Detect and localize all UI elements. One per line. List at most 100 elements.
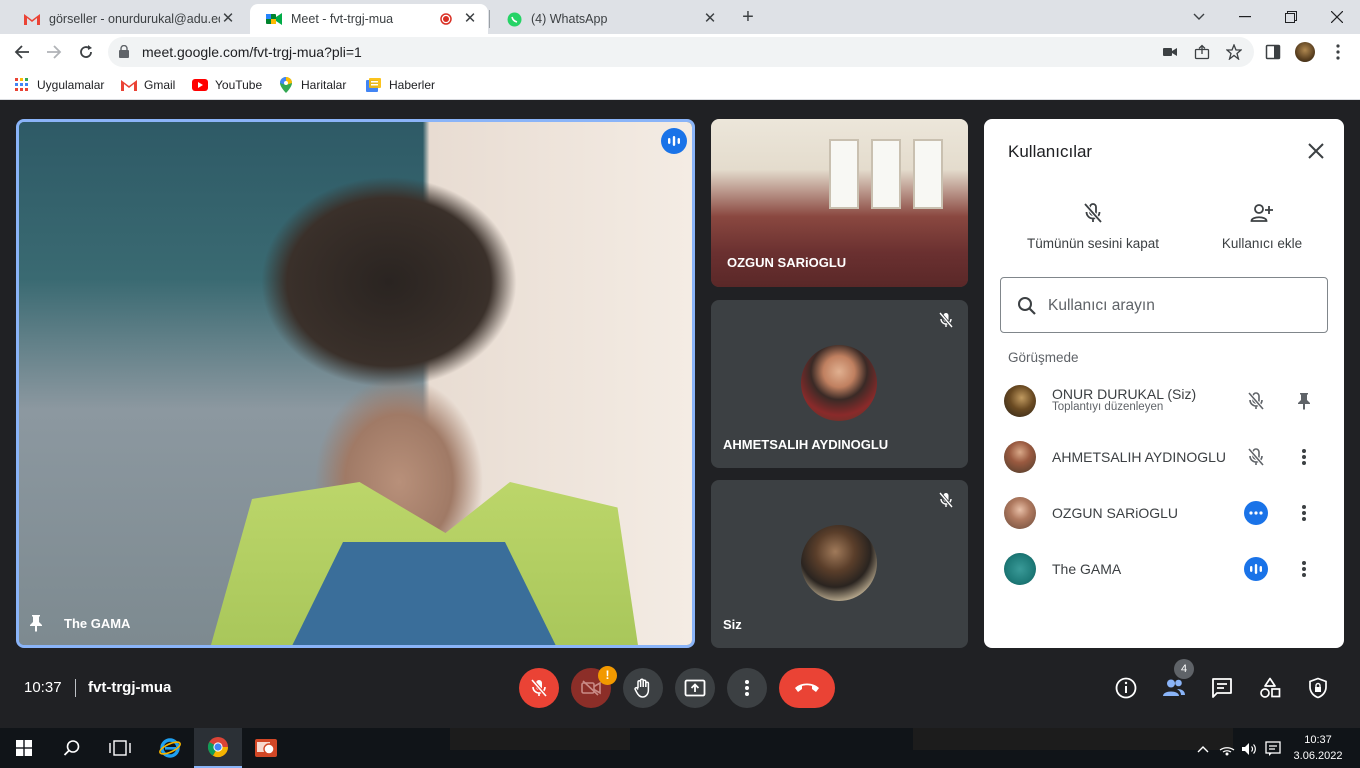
more-options-button[interactable] [727,668,767,708]
mic-off-icon[interactable] [1244,445,1268,469]
mic-off-icon [1008,199,1178,227]
tab-meet[interactable]: Meet - fvt-trgj-mua ✕ [250,4,488,34]
person-name: ONUR DURUKAL (Siz) [1052,386,1197,402]
reload-button[interactable] [72,38,100,66]
windows-icon [16,740,32,756]
people-button[interactable] [1162,676,1186,700]
volume-icon[interactable] [1240,740,1258,758]
task-view-button[interactable] [96,728,144,768]
camera-permission-icon[interactable] [1162,44,1178,60]
side-panel-icon[interactable] [1263,42,1283,62]
avatar [801,345,877,421]
presentation-app-icon [255,739,277,757]
speaking-indicator-icon [1244,557,1268,581]
profile-avatar[interactable] [1295,42,1315,62]
minimize-button[interactable] [1222,0,1268,34]
chat-button[interactable] [1210,676,1234,700]
section-heading: Görüşmede [1008,350,1079,365]
participant-tile[interactable]: Siz [711,480,968,648]
list-item[interactable]: ONUR DURUKAL (Siz) Toplantıyı düzenleyen [984,373,1344,429]
url-text: meet.google.com/fvt-trgj-mua?pli=1 [142,44,362,60]
more-options-icon[interactable] [1292,557,1316,581]
search-icon [63,740,80,756]
participant-name: Siz [723,617,742,632]
participant-tile[interactable]: AHMETSALIH AYDINOGLU [711,300,968,468]
browser-menu-icon[interactable] [1328,42,1348,62]
gmail-icon [24,11,40,27]
raise-hand-button[interactable] [623,668,663,708]
participant-tile[interactable]: OZGUN SARiOGLU [711,119,968,287]
hand-icon [634,678,650,698]
bookmark-maps[interactable]: Haritalar [278,76,346,94]
bookmark-youtube[interactable]: YouTube [192,76,262,94]
meeting-details-button[interactable] [1114,676,1138,700]
add-user-button[interactable]: Kullanıcı ekle [1177,199,1347,251]
present-icon [684,679,706,697]
pin-icon[interactable] [29,614,47,632]
mic-off-icon [938,312,956,330]
browser-toolbar: meet.google.com/fvt-trgj-mua?pli=1 [0,34,1360,70]
news-icon [366,77,382,93]
user-search-input[interactable]: Kullanıcı arayın [1000,277,1328,333]
tab-search-icon[interactable] [1176,0,1222,34]
chat-icon [1212,678,1232,698]
mic-off-icon [938,492,956,510]
youtube-icon [192,77,208,93]
list-item[interactable]: The GAMA [984,541,1344,597]
tab-title: görseller - onurdurukal@adu.edu [49,12,220,26]
taskbar-presentation-app[interactable] [242,728,290,768]
activities-icon [1260,677,1281,698]
host-controls-button[interactable] [1306,676,1330,700]
taskbar-search-button[interactable] [48,728,96,768]
whatsapp-icon [506,11,522,27]
close-tab-icon[interactable]: ✕ [702,11,718,27]
meet-icon [266,11,282,27]
start-button[interactable] [0,728,48,768]
lock-icon[interactable] [119,44,129,63]
apps-grid-icon [14,77,30,93]
restore-button[interactable] [1268,0,1314,34]
notification-icon[interactable] [1264,740,1282,758]
back-button[interactable] [8,38,36,66]
avatar [1004,385,1036,417]
share-icon[interactable] [1194,44,1210,60]
bookmark-news[interactable]: Haberler [366,76,435,94]
address-bar[interactable]: meet.google.com/fvt-trgj-mua?pli=1 [108,37,1254,67]
more-options-icon[interactable] [1292,445,1316,469]
more-options-icon[interactable] [1292,501,1316,525]
tab-gmail[interactable]: görseller - onurdurukal@adu.edu ✕ [8,4,246,34]
pin-icon[interactable] [1292,389,1316,413]
taskbar-clock[interactable]: 10:37 3.06.2022 [1292,732,1344,764]
bookmark-apps[interactable]: Uygulamalar [14,76,104,94]
meeting-time: 10:37 [24,679,62,696]
people-icon [1163,679,1185,696]
activities-button[interactable] [1258,676,1282,700]
list-item[interactable]: OZGUN SARiOGLU [984,485,1344,541]
more-options-icon [745,680,749,696]
person-role: Toplantıyı düzenleyen [1052,401,1164,413]
close-tab-icon[interactable]: ✕ [220,11,236,27]
list-item[interactable]: AHMETSALIH AYDINOGLU [984,429,1344,485]
tab-whatsapp[interactable]: (4) WhatsApp ✕ [490,4,728,34]
tray-overflow-icon[interactable] [1194,740,1212,758]
gmail-icon [121,77,137,93]
microphone-toggle-button[interactable] [519,668,559,708]
leave-call-button[interactable] [779,668,835,708]
mic-off-icon[interactable] [1244,389,1268,413]
bookmark-star-icon[interactable] [1225,43,1243,61]
mute-all-button[interactable]: Tümünün sesini kapat [1008,199,1178,251]
bookmark-gmail[interactable]: Gmail [121,76,175,94]
close-tab-icon[interactable]: ✕ [462,11,478,27]
speaking-indicator-icon [661,128,687,154]
present-screen-button[interactable] [675,668,715,708]
new-tab-button[interactable]: + [738,6,758,28]
close-window-button[interactable] [1314,0,1360,34]
network-icon[interactable] [1218,740,1236,758]
internet-explorer-icon [159,738,181,758]
main-video-tile[interactable]: The GAMA [16,119,695,648]
taskbar-edge[interactable] [146,728,194,768]
close-icon[interactable] [1306,141,1326,161]
forward-button[interactable] [40,38,68,66]
mute-all-label: Tümünün sesini kapat [1026,236,1160,251]
taskbar-chrome[interactable] [194,728,242,768]
